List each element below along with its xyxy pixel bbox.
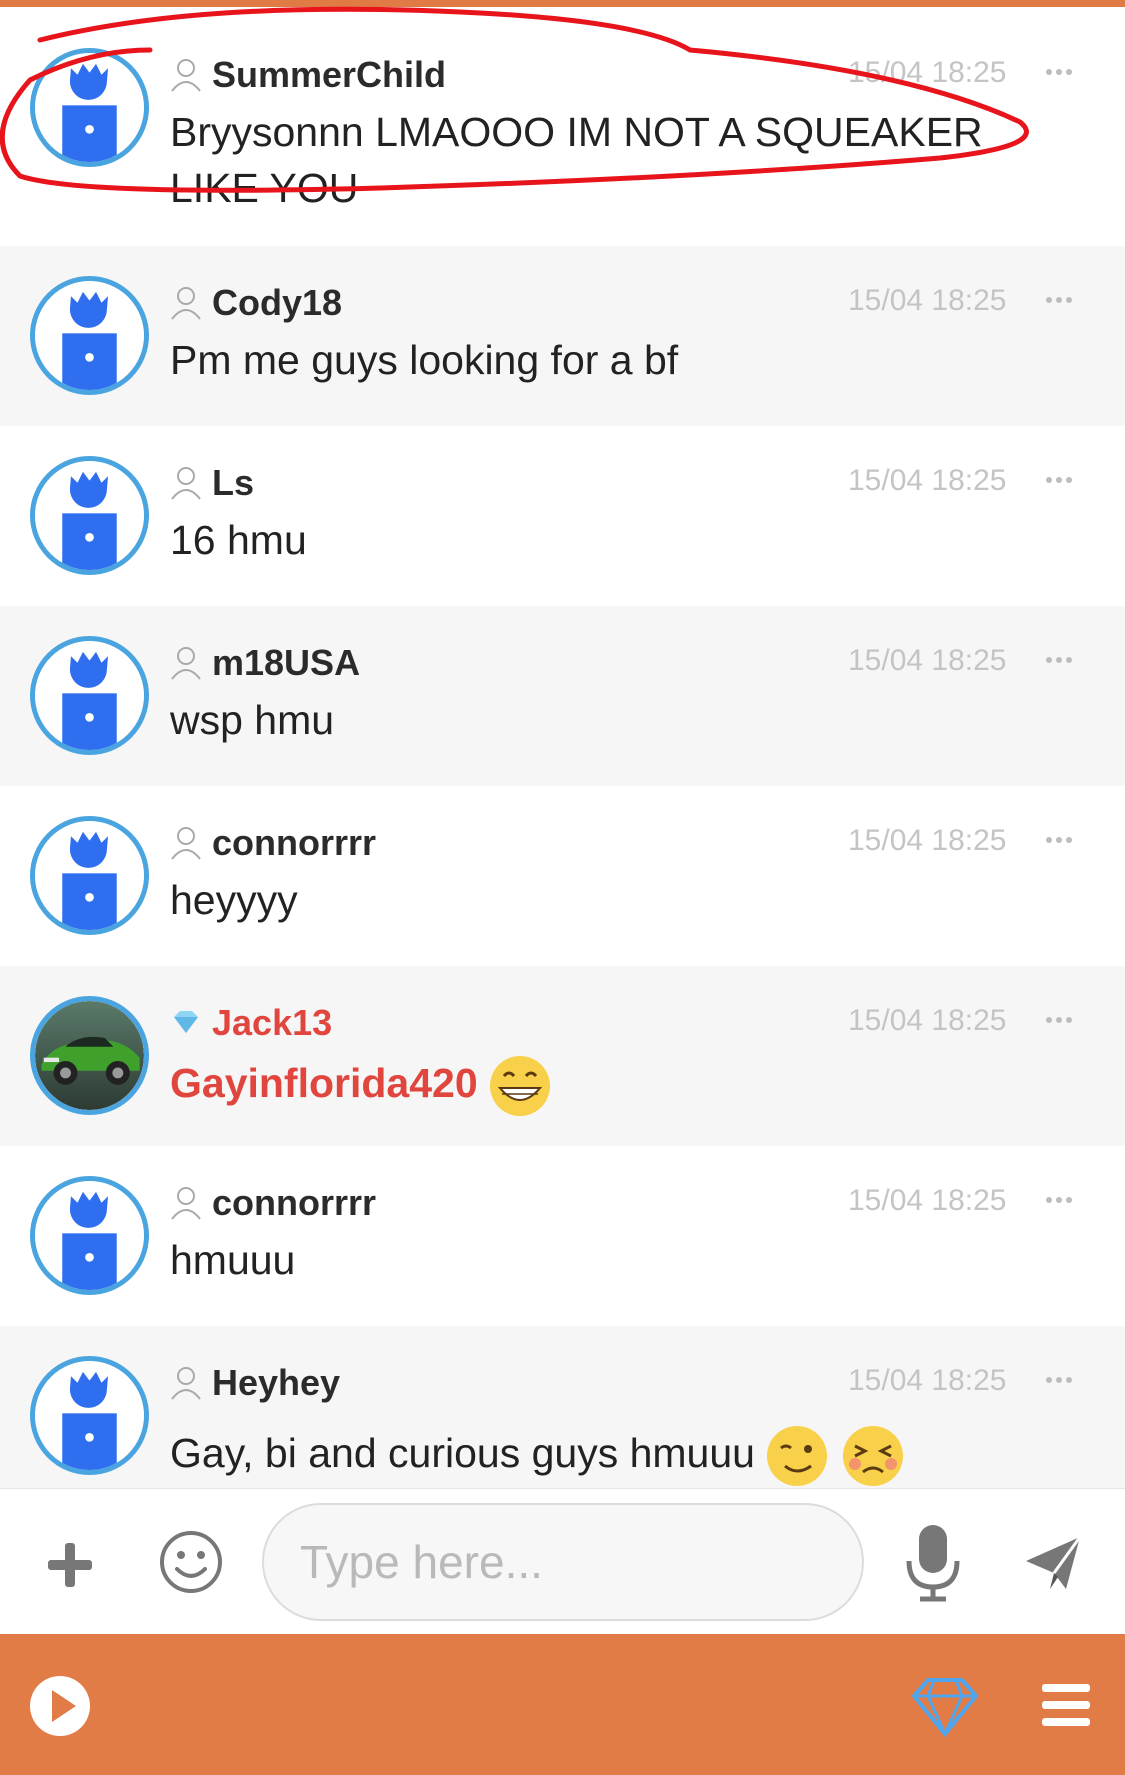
- message-timestamp: 15/04 18:25: [848, 1004, 1007, 1037]
- message-timestamp: 15/04 18:25: [848, 1364, 1007, 1397]
- message-text: 16 hmu: [170, 517, 307, 563]
- microphone-icon[interactable]: [904, 1523, 962, 1603]
- message-text: Bryysonnn LMAOOO IM NOT A SQUEAKER LIKE …: [170, 109, 983, 211]
- diamond-icon: [170, 1005, 202, 1041]
- chat-message: connorrrr 15/04 18:25 hmuuu: [0, 1146, 1125, 1326]
- plus-icon[interactable]: [44, 1539, 96, 1591]
- message-timestamp: 15/04 18:25: [848, 56, 1007, 89]
- username[interactable]: connorrrr: [212, 822, 376, 864]
- username[interactable]: Cody18: [212, 282, 342, 324]
- username[interactable]: Jack13: [212, 1002, 332, 1044]
- chat-message: Cody18 15/04 18:25 Pm me guys looking fo…: [0, 246, 1125, 426]
- user-icon: [170, 465, 202, 501]
- message-input[interactable]: [262, 1503, 864, 1621]
- persevering-emoji: [839, 1422, 907, 1488]
- more-icon[interactable]: [1045, 1190, 1073, 1210]
- message-timestamp: 15/04 18:25: [848, 1184, 1007, 1217]
- user-avatar[interactable]: [30, 276, 149, 395]
- user-avatar[interactable]: [30, 48, 149, 167]
- user-icon: [170, 645, 202, 681]
- chat-message: m18USA 15/04 18:25 wsp hmu: [0, 606, 1125, 786]
- user-avatar[interactable]: [30, 456, 149, 575]
- message-timestamp: 15/04 18:25: [848, 644, 1007, 677]
- winking-emoji: [763, 1422, 831, 1488]
- chat-message: Heyhey 15/04 18:25 Gay, bi and curious g…: [0, 1326, 1125, 1488]
- message-text: hmuuu: [170, 1237, 296, 1283]
- bottom-navigation-bar: [0, 1634, 1125, 1775]
- message-input-bar: [0, 1488, 1125, 1634]
- message-text: Gay, bi and curious guys hmuuu: [170, 1422, 1050, 1488]
- user-icon: [170, 57, 202, 93]
- username[interactable]: Heyhey: [212, 1362, 340, 1404]
- message-text-content: Gayinflorida420: [170, 1059, 478, 1106]
- username[interactable]: connorrrr: [212, 1182, 376, 1224]
- more-icon[interactable]: [1045, 1010, 1073, 1030]
- message-text: Gayinflorida420: [170, 1052, 1050, 1120]
- message-text: heyyyy: [170, 877, 298, 923]
- chat-message: connorrrr 15/04 18:25 heyyyy: [0, 786, 1125, 966]
- message-timestamp: 15/04 18:25: [848, 464, 1007, 497]
- smiley-icon[interactable]: [158, 1529, 224, 1595]
- more-icon[interactable]: [1045, 290, 1073, 310]
- more-icon[interactable]: [1045, 650, 1073, 670]
- send-icon[interactable]: [1022, 1531, 1084, 1593]
- top-accent-strip: [0, 0, 1125, 7]
- username[interactable]: SummerChild: [212, 54, 446, 96]
- user-icon: [170, 1185, 202, 1221]
- more-icon[interactable]: [1045, 62, 1073, 82]
- username[interactable]: m18USA: [212, 642, 360, 684]
- message-text: Pm me guys looking for a bf: [170, 337, 679, 383]
- message-timestamp: 15/04 18:25: [848, 284, 1007, 317]
- chat-message: SummerChild 15/04 18:25 Bryysonnn LMAOOO…: [0, 18, 1125, 246]
- user-icon: [170, 285, 202, 321]
- user-avatar[interactable]: [30, 1176, 149, 1295]
- user-icon: [170, 1365, 202, 1401]
- user-avatar[interactable]: [30, 816, 149, 935]
- more-icon[interactable]: [1045, 1370, 1073, 1390]
- user-icon: [170, 825, 202, 861]
- green-car-photo-avatar[interactable]: [30, 996, 149, 1115]
- username[interactable]: Ls: [212, 462, 254, 504]
- diamond-icon[interactable]: [910, 1676, 980, 1738]
- chat-message: Jack13 15/04 18:25 Gayinflorida420: [0, 966, 1125, 1146]
- message-text-content: Gay, bi and curious guys hmuuu: [170, 1429, 755, 1476]
- message-text: wsp hmu: [170, 697, 335, 743]
- grinning-emoji: [486, 1052, 554, 1120]
- user-avatar[interactable]: [30, 636, 149, 755]
- menu-icon[interactable]: [1040, 1682, 1092, 1728]
- chat-message-list[interactable]: SummerChild 15/04 18:25 Bryysonnn LMAOOO…: [0, 18, 1125, 1488]
- user-avatar[interactable]: [30, 1356, 149, 1475]
- more-icon[interactable]: [1045, 830, 1073, 850]
- chat-message: Ls 15/04 18:25 16 hmu: [0, 426, 1125, 606]
- message-timestamp: 15/04 18:25: [848, 824, 1007, 857]
- play-icon[interactable]: [28, 1674, 92, 1738]
- more-icon[interactable]: [1045, 470, 1073, 490]
